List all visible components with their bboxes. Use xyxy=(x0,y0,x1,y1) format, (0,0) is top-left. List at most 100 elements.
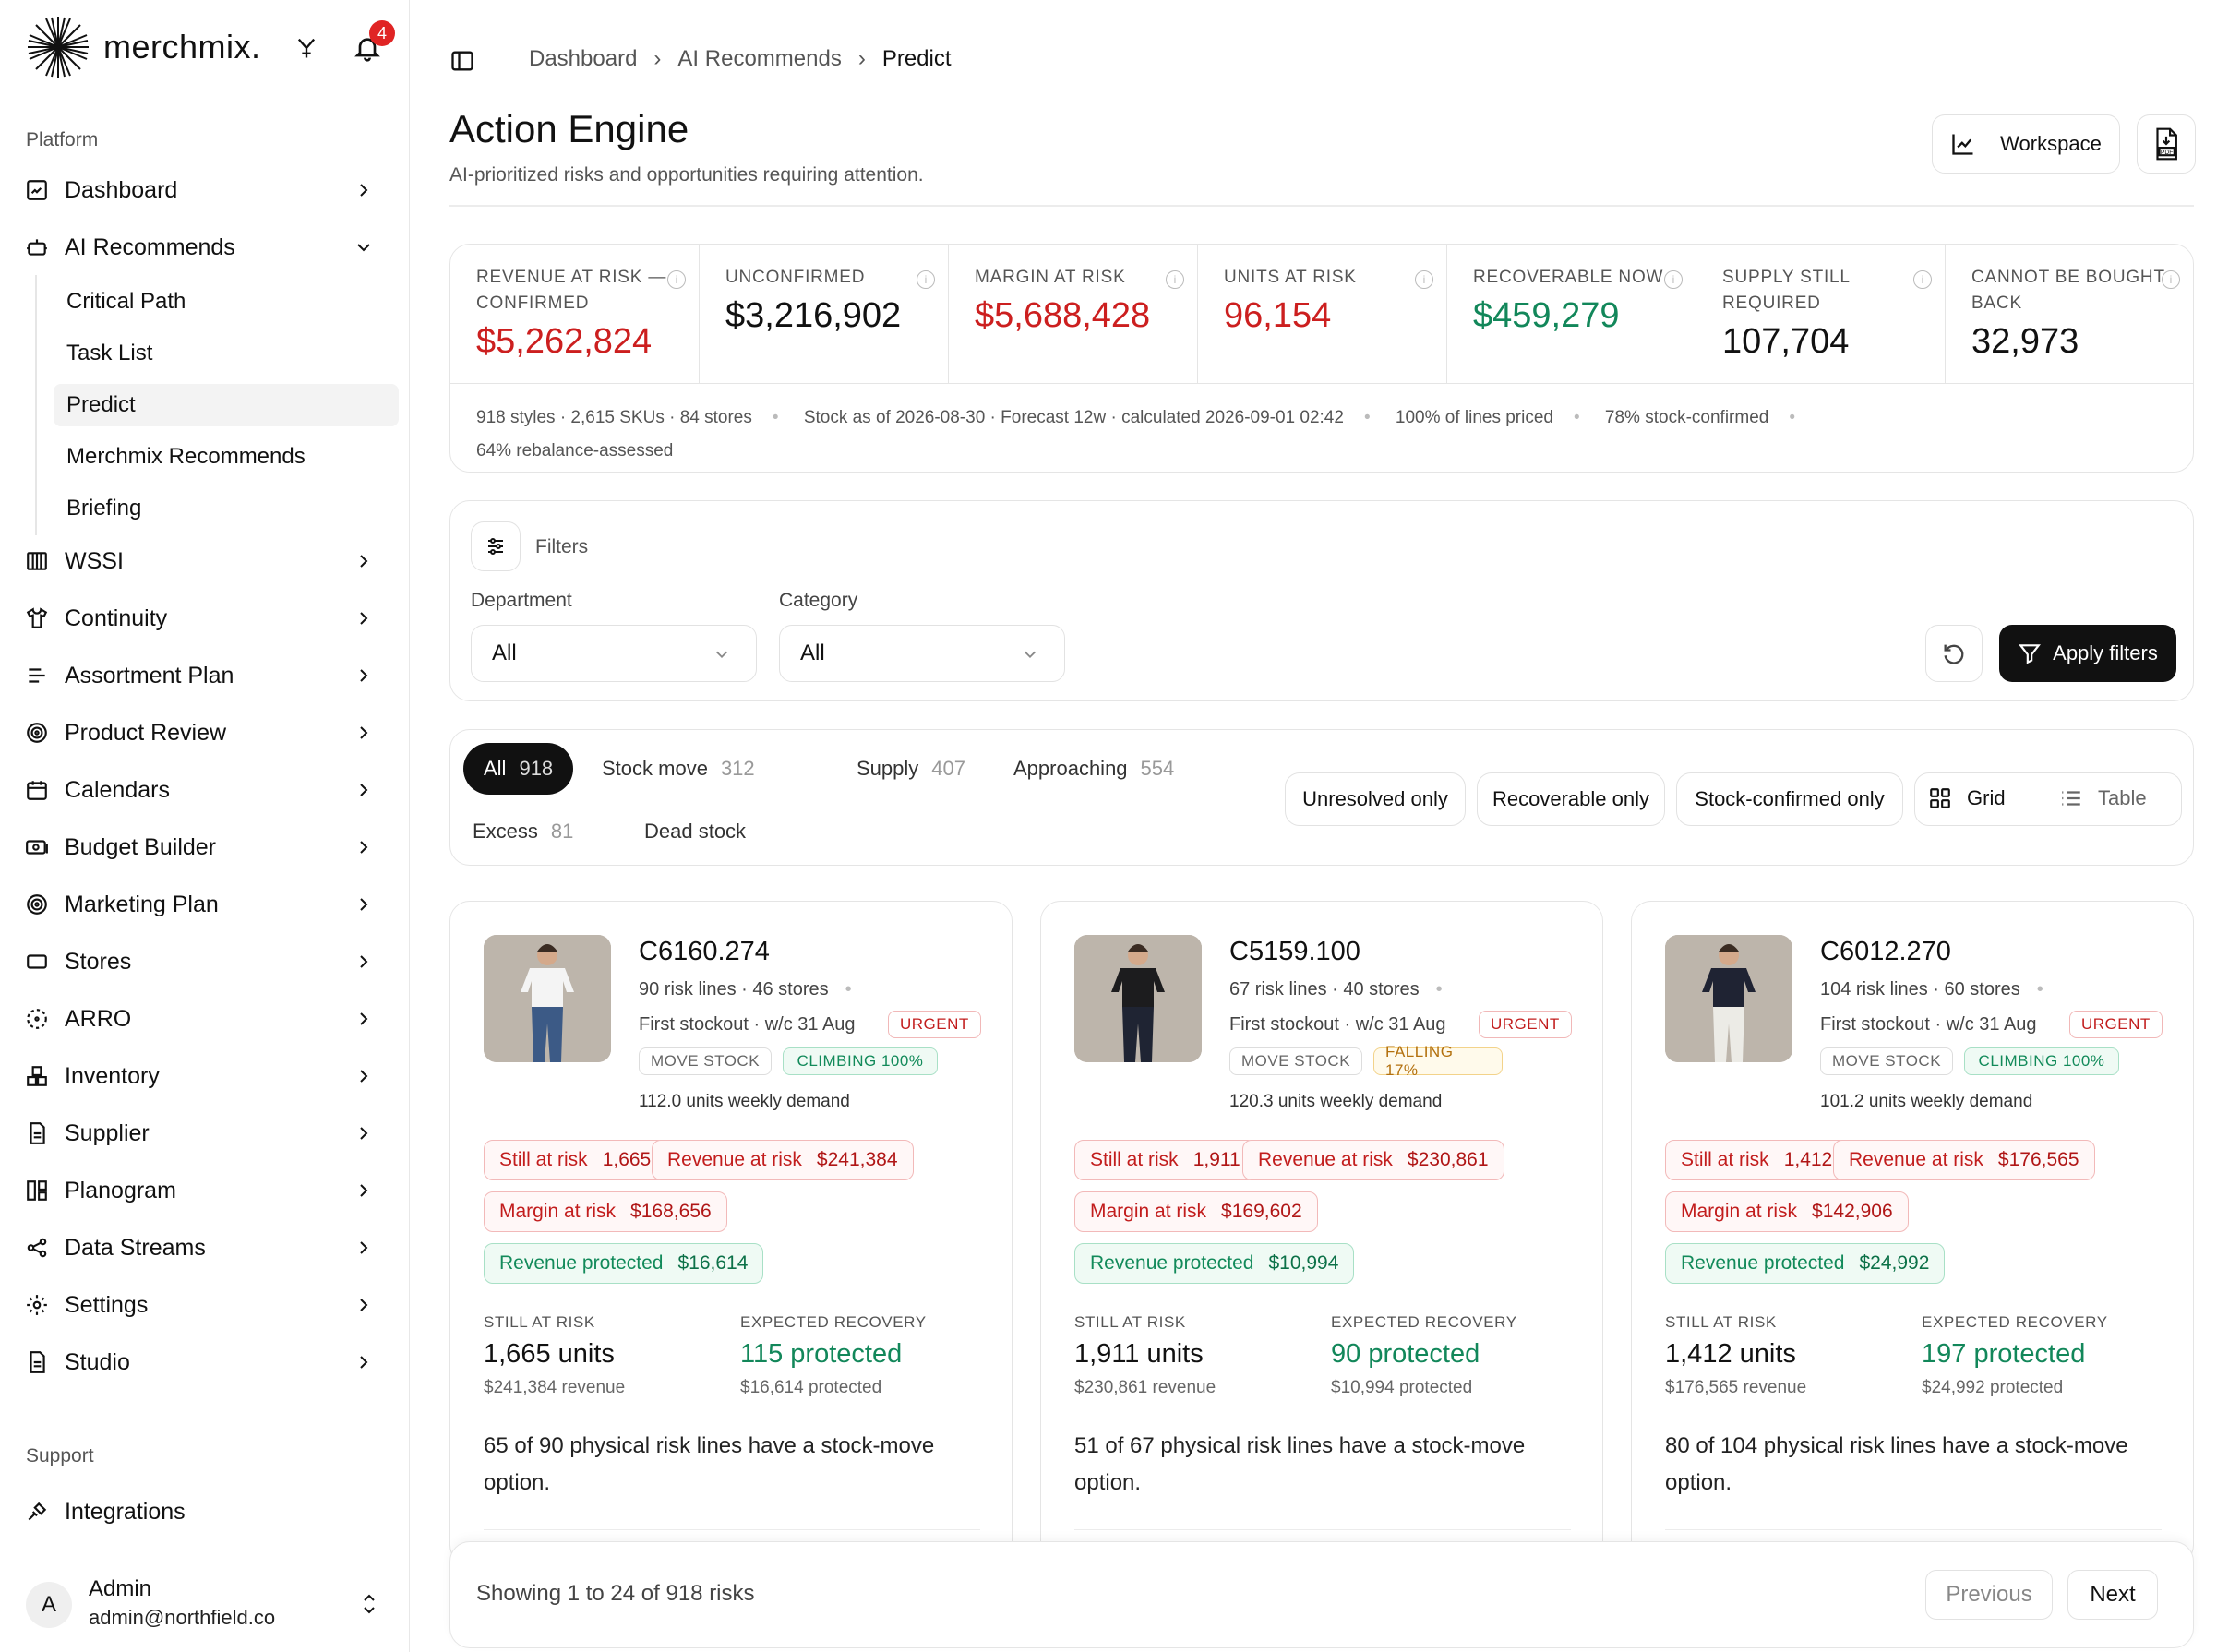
sidebar-item-label: Product Review xyxy=(65,719,227,746)
breadcrumb-ai-recommends[interactable]: AI Recommends xyxy=(677,46,841,72)
store-icon xyxy=(22,947,52,976)
risk-lines: 104 risk lines · 60 stores • xyxy=(1820,979,2043,1000)
risk-card[interactable]: C6160.274 90 risk lines · 46 stores • First… xyxy=(449,901,1013,1565)
brand-name: merchmix. xyxy=(103,28,261,66)
product-code[interactable]: C5159.100 xyxy=(1229,937,1360,967)
next-page-button[interactable]: Next xyxy=(2067,1570,2158,1620)
sidebar-item-supplier[interactable]: Supplier xyxy=(22,1109,389,1157)
sidebar-item-calendars[interactable]: Calendars xyxy=(22,766,389,814)
product-thumbnail xyxy=(484,935,611,1062)
sidebar-item-label: Budget Builder xyxy=(65,833,217,860)
info-icon[interactable]: i xyxy=(1415,270,1433,289)
tab-approaching[interactable]: Approaching 554 xyxy=(1013,743,1174,795)
metric-value: 107,704 xyxy=(1722,322,1850,361)
previous-page-button[interactable]: Previous xyxy=(1925,1570,2053,1620)
apply-filters-button[interactable]: Apply filters xyxy=(1999,625,2176,682)
info-icon[interactable]: i xyxy=(667,270,686,289)
sidebar-item-budget-builder[interactable]: Budget Builder xyxy=(22,823,389,871)
metric-supply-still-required: SUPPLY STILL REQUIRED 107,704 i xyxy=(1696,245,1946,383)
avatar: A xyxy=(26,1582,72,1628)
expected-recovery-value: 197 protected xyxy=(1922,1339,2086,1369)
category-select[interactable]: All xyxy=(779,625,1065,682)
plug-icon xyxy=(22,1497,52,1526)
chevron-right-icon xyxy=(353,664,375,687)
sidebar-item-assortment-plan[interactable]: Assortment Plan xyxy=(22,652,389,700)
metric-label: CANNOT BE BOUGHT BACK xyxy=(1971,268,2165,313)
metric-cannot-be-bought-back: CANNOT BE BOUGHT BACK 32,973 i xyxy=(1946,245,2193,383)
breadcrumb-dashboard[interactable]: Dashboard xyxy=(529,46,637,72)
info-icon[interactable]: i xyxy=(1664,270,1683,289)
product-image xyxy=(484,935,611,1062)
department-label: Department xyxy=(471,590,572,611)
sidebar-item-planogram[interactable]: Planogram xyxy=(22,1167,389,1215)
unresolved-only-toggle[interactable]: Unresolved only xyxy=(1285,772,1466,826)
risk-card[interactable]: C5159.100 67 risk lines · 40 stores • First… xyxy=(1040,901,1603,1565)
tab-dead-stock[interactable]: Dead stock xyxy=(644,806,759,857)
sidebar-item-label: Data Streams xyxy=(65,1234,206,1261)
sidebar-subitem-task-list[interactable]: Task List xyxy=(54,332,399,375)
sidebar-item-stores[interactable]: Stores xyxy=(22,938,389,986)
export-pdf-button[interactable]: PDF xyxy=(2137,114,2196,174)
grid-view-button[interactable]: Grid xyxy=(1928,786,2006,810)
sidebar-item-continuity[interactable]: Continuity xyxy=(22,594,389,642)
sidebar-item-ai-recommends[interactable]: AI Recommends xyxy=(22,223,389,271)
stock-confirmed-only-toggle[interactable]: Stock-confirmed only xyxy=(1676,772,1903,826)
sliders-icon xyxy=(488,538,503,555)
recoverable-only-toggle[interactable]: Recoverable only xyxy=(1477,772,1665,826)
table-view-button[interactable]: Table xyxy=(2059,786,2147,810)
tab-excess[interactable]: Excess 81 xyxy=(473,806,573,857)
risk-card[interactable]: C6012.270 104 risk lines · 60 stores • Firs… xyxy=(1631,901,2194,1565)
info-icon[interactable]: i xyxy=(917,270,935,289)
budget-icon xyxy=(22,832,52,862)
chevron-right-icon xyxy=(353,1351,375,1373)
view-switcher: Grid Table xyxy=(1914,772,2182,826)
tab-label: Stock move xyxy=(602,757,708,780)
sidebar-item-data-streams[interactable]: Data Streams xyxy=(22,1224,389,1272)
sidebar-item-dashboard[interactable]: Dashboard xyxy=(22,166,389,214)
chevron-right-icon xyxy=(353,836,375,858)
target-icon xyxy=(22,718,52,748)
sidebar-item-arro[interactable]: ARRO xyxy=(22,995,389,1043)
status-stock-confirmed: 78% stock-confirmed xyxy=(1604,408,1769,427)
sidebar-subitem-briefing[interactable]: Briefing xyxy=(54,487,399,530)
reset-filters-button[interactable] xyxy=(1925,625,1983,682)
product-code[interactable]: C6160.274 xyxy=(639,937,770,967)
logo-icon xyxy=(28,17,89,78)
info-icon[interactable]: i xyxy=(2162,270,2180,289)
chevron-right-icon xyxy=(353,1122,375,1144)
action-badge: MOVE STOCK xyxy=(1229,1047,1363,1075)
brand[interactable]: merchmix. xyxy=(26,15,261,79)
user-menu[interactable]: A Admin admin@northfield.co xyxy=(22,1571,391,1637)
workspace-button[interactable]: Workspace xyxy=(1932,114,2120,174)
header-divider xyxy=(449,205,2194,207)
filters-title: Filters xyxy=(535,536,589,557)
info-icon[interactable]: i xyxy=(1913,270,1932,289)
sidebar-item-marketing-plan[interactable]: Marketing Plan xyxy=(22,880,389,928)
weekly-demand: 112.0 units weekly demand xyxy=(639,1092,850,1111)
sidebar-subitem-critical-path[interactable]: Critical Path xyxy=(54,281,399,323)
chart-line-icon xyxy=(1952,134,1973,155)
sidebar-subitem-merchmix-recommends[interactable]: Merchmix Recommends xyxy=(54,436,399,478)
product-code[interactable]: C6012.270 xyxy=(1820,937,1951,967)
sidebar-item-integrations[interactable]: Integrations xyxy=(22,1488,389,1536)
tab-supply[interactable]: Supply 407 xyxy=(857,743,965,795)
info-icon[interactable]: i xyxy=(1166,270,1184,289)
sidebar-item-product-review[interactable]: Product Review xyxy=(22,709,389,757)
sidebar-item-studio[interactable]: Studio xyxy=(22,1338,389,1386)
sidebar-item-inventory[interactable]: Inventory xyxy=(22,1052,389,1100)
tab-all[interactable]: All 918 xyxy=(463,743,574,795)
ai-spark-icon[interactable] xyxy=(290,31,323,65)
trend-badge: CLIMBING 100% xyxy=(783,1047,938,1075)
list-icon xyxy=(22,661,52,690)
tab-stock-move[interactable]: Stock move 312 xyxy=(602,743,755,795)
metric-value: $459,279 xyxy=(1473,296,1620,335)
filters-icon-button[interactable] xyxy=(471,521,521,571)
sidebar-item-wssi[interactable]: WSSI xyxy=(22,537,389,585)
sidebar-toggle-icon[interactable] xyxy=(449,48,475,74)
chevron-right-icon xyxy=(353,550,375,572)
filter-icon xyxy=(2019,644,2042,664)
department-select[interactable]: All xyxy=(471,625,757,682)
sidebar-subitem-predict[interactable]: Predict xyxy=(54,384,399,426)
sidebar-item-settings[interactable]: Settings xyxy=(22,1281,389,1329)
breadcrumb-separator-icon: › xyxy=(857,46,866,71)
